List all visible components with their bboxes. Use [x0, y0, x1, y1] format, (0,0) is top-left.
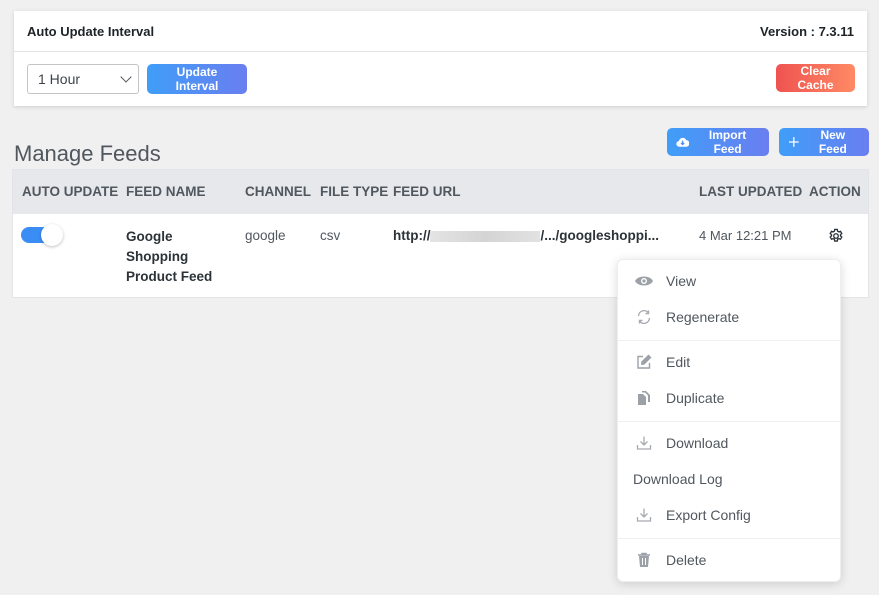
menu-item-label: Delete	[666, 552, 707, 568]
eye-icon	[634, 271, 654, 291]
version-label: Version : 7.3.11	[760, 23, 854, 39]
action-dropdown-menu: View Regenerate Edit Duplicate Download …	[617, 259, 841, 582]
import-feed-label: Import Feed	[708, 128, 747, 156]
header-auto-update[interactable]: AUTO UPDATE	[22, 184, 118, 199]
menu-item-export-config[interactable]: Export Config	[618, 500, 840, 530]
menu-item-edit[interactable]: Edit	[618, 347, 840, 377]
interval-select-value: 1 Hour	[38, 71, 81, 87]
plus-icon	[788, 137, 799, 147]
trash-icon	[634, 550, 654, 570]
feed-url[interactable]: http:// /.../googleshoppi...	[393, 228, 659, 243]
menu-item-view[interactable]: View	[618, 266, 840, 296]
header-feed-name[interactable]: FEED NAME	[126, 184, 206, 199]
auto-update-settings-card: Auto Update Interval Version : 7.3.11 1 …	[14, 11, 867, 106]
auto-update-toggle[interactable]	[21, 224, 65, 246]
redacted-domain	[430, 230, 541, 242]
menu-item-label: Duplicate	[666, 390, 725, 406]
card-body: 1 Hour Update Interval Clear Cache	[14, 52, 867, 106]
feed-url-prefix: http://	[393, 228, 431, 243]
menu-item-label: Edit	[666, 354, 691, 370]
menu-item-label: Regenerate	[666, 309, 740, 325]
menu-item-label: Download Log	[633, 471, 723, 487]
duplicate-icon	[634, 388, 654, 408]
import-feed-button[interactable]: Import Feed	[667, 128, 769, 156]
menu-divider	[618, 340, 840, 341]
update-interval-button[interactable]: Update Interval	[147, 64, 247, 94]
menu-divider	[618, 421, 840, 422]
menu-divider	[618, 538, 840, 539]
menu-item-download[interactable]: Download	[618, 428, 840, 458]
card-title: Auto Update Interval	[27, 23, 155, 39]
chevron-down-icon	[120, 71, 132, 83]
feed-file-type: csv	[320, 228, 341, 243]
new-feed-button[interactable]: New Feed	[779, 128, 869, 156]
header-action: ACTION	[809, 184, 861, 199]
feed-last-updated: 4 Mar 12:21 PM	[699, 228, 792, 243]
feed-name-line: Shopping	[126, 249, 189, 264]
feed-actions: Import Feed New Feed	[667, 128, 869, 156]
header-feed-url[interactable]: FEED URL	[393, 184, 461, 199]
table-header: AUTO UPDATE FEED NAME CHANNEL FILE TYPE …	[13, 170, 868, 214]
menu-item-label: View	[666, 273, 697, 289]
new-feed-label: New Feed	[818, 128, 847, 156]
menu-item-regenerate[interactable]: Regenerate	[618, 302, 840, 332]
edit-icon	[634, 352, 654, 372]
feed-url-suffix: /.../googleshoppi...	[540, 228, 659, 243]
menu-item-label: Export Config	[666, 507, 751, 523]
download-icon	[634, 505, 654, 525]
feed-name-line: Google	[126, 229, 173, 244]
menu-item-download-log[interactable]: Download Log	[618, 464, 840, 494]
refresh-icon	[634, 307, 654, 327]
header-last-updated[interactable]: LAST UPDATED	[699, 184, 802, 199]
gear-icon[interactable]	[827, 227, 845, 250]
cloud-download-icon	[676, 137, 690, 147]
interval-select[interactable]: 1 Hour	[27, 64, 139, 94]
toggle-knob	[41, 224, 63, 246]
header-file-type[interactable]: FILE TYPE	[320, 184, 388, 199]
card-header: Auto Update Interval Version : 7.3.11	[14, 11, 867, 52]
menu-item-duplicate[interactable]: Duplicate	[618, 383, 840, 413]
download-icon	[634, 433, 654, 453]
clear-cache-button[interactable]: Clear Cache	[776, 64, 855, 92]
page-title: Manage Feeds	[14, 141, 161, 166]
feed-channel: google	[245, 228, 286, 243]
feed-name[interactable]: Google Shopping Product Feed	[126, 227, 212, 287]
menu-item-label: Download	[666, 435, 729, 451]
menu-item-delete[interactable]: Delete	[618, 545, 840, 575]
feed-name-line: Product Feed	[126, 269, 213, 284]
header-channel[interactable]: CHANNEL	[245, 184, 311, 199]
